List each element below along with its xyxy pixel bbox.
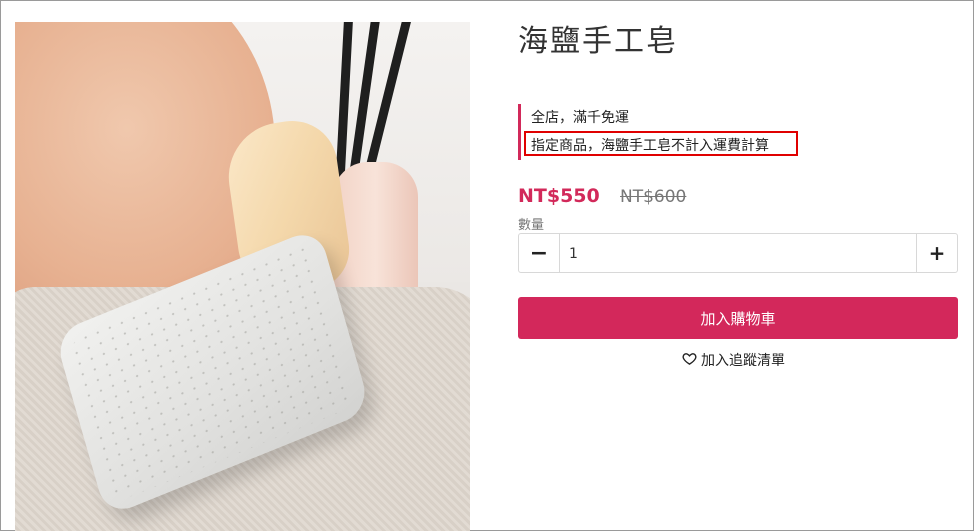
annotation-highlight-box (524, 131, 798, 156)
add-to-cart-button[interactable]: 加入購物車 (518, 297, 958, 339)
quantity-input[interactable] (567, 234, 911, 274)
add-to-wishlist-link[interactable]: 加入追蹤清單 (682, 350, 785, 370)
heart-outline-icon (682, 351, 697, 370)
promotion-item: 全店，滿千免運 (531, 110, 629, 126)
quantity-decrease-button[interactable]: − (519, 234, 560, 272)
product-title: 海鹽手工皂 (518, 24, 678, 59)
quantity-label: 數量 (518, 218, 545, 233)
wishlist-label: 加入追蹤清單 (701, 353, 785, 369)
sale-price: NT$550 (518, 185, 600, 207)
quantity-increase-button[interactable]: + (916, 234, 957, 272)
original-price: NT$600 (620, 187, 687, 207)
quantity-stepper: − + (518, 233, 958, 274)
product-image (15, 22, 470, 531)
